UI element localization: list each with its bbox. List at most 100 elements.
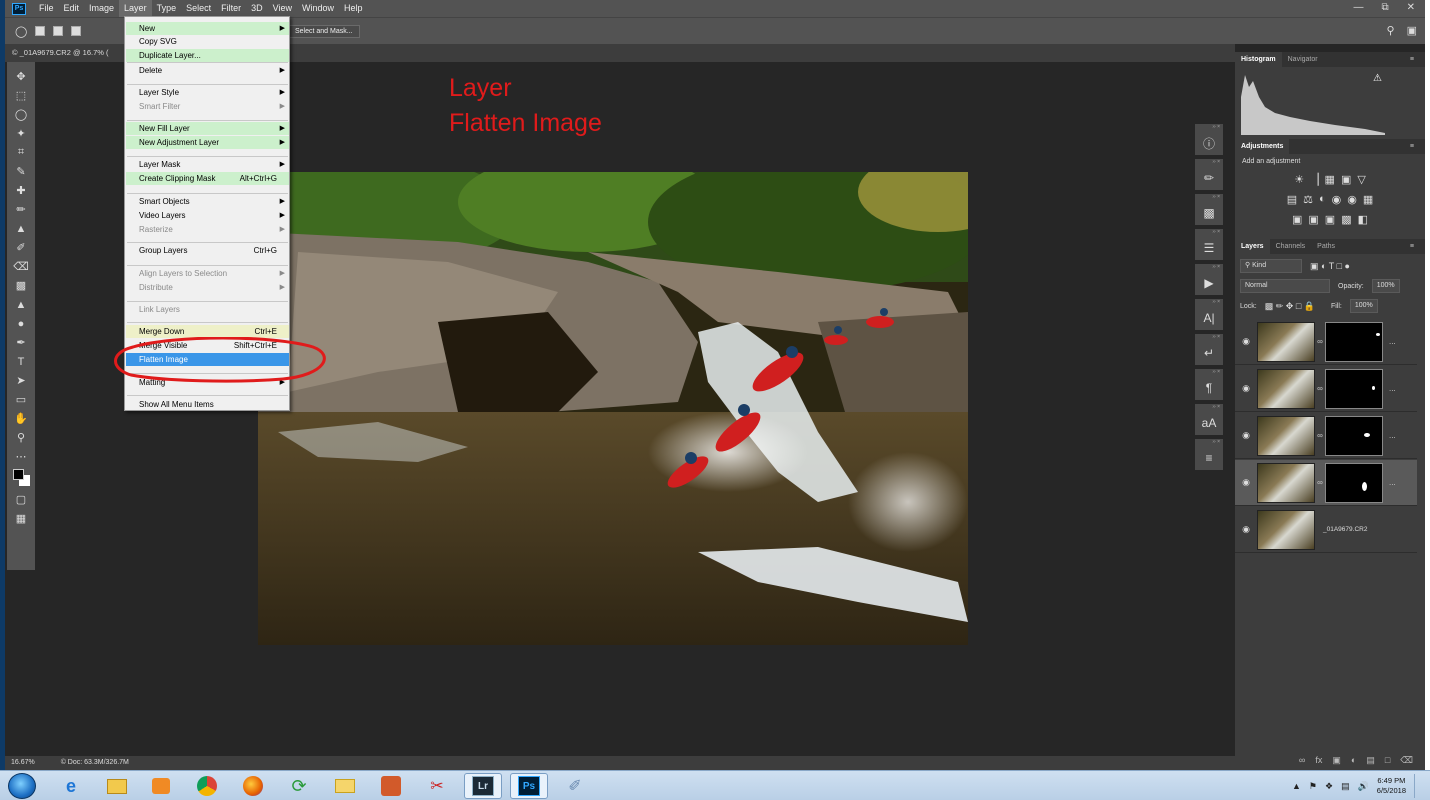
color-lookup-icon[interactable]: ▦: [1363, 193, 1373, 206]
photo-filter-icon[interactable]: ◉: [1332, 193, 1342, 206]
layer-name[interactable]: ...: [1389, 478, 1396, 487]
search-icon[interactable]: ⚲: [1387, 24, 1395, 37]
menu-item[interactable]: Layer Style ▶: [126, 86, 289, 99]
adjustment-layer-icon[interactable]: ◐: [1351, 755, 1356, 765]
menu-window[interactable]: Window: [297, 0, 339, 17]
eraser-icon[interactable]: ⌫: [10, 257, 32, 276]
menu-filter[interactable]: Filter: [216, 0, 246, 17]
actions-play-icon[interactable]: ▶: [1195, 271, 1223, 295]
zoom-level[interactable]: 16.67%: [11, 759, 35, 766]
chain-link-icon[interactable]: ∞: [1315, 478, 1325, 487]
type-tool-icon[interactable]: T: [10, 352, 32, 371]
network-icon[interactable]: ▤: [1341, 781, 1350, 792]
foreground-color[interactable]: [13, 469, 24, 480]
paragraph-icon[interactable]: ¶: [1195, 376, 1223, 400]
levels-icon[interactable]: ▕: [1310, 173, 1318, 186]
menu-image[interactable]: Image: [84, 0, 119, 17]
marquee-tool-icon[interactable]: ⬚: [10, 86, 32, 105]
close-icon[interactable]: ✕: [1407, 0, 1415, 15]
snipping-tool-icon[interactable]: ✂: [418, 773, 456, 799]
curves-icon[interactable]: ▦: [1325, 173, 1335, 186]
restore-icon[interactable]: ⧉: [1381, 0, 1388, 15]
eye-icon[interactable]: ◉: [1235, 383, 1257, 394]
hue-saturation-icon[interactable]: ▤: [1287, 193, 1297, 206]
menu-item[interactable]: Show All Menu Items: [126, 398, 289, 411]
eye-icon[interactable]: ◉: [1235, 524, 1257, 535]
menu-item[interactable]: Align Layers to Selection ▶: [126, 267, 289, 280]
shape-tool-icon[interactable]: ▭: [10, 390, 32, 409]
blend-mode-select[interactable]: Normal: [1240, 279, 1330, 293]
menu-item[interactable]: Smart Objects ▶: [126, 195, 289, 208]
vibrance-icon[interactable]: ▽: [1357, 173, 1365, 186]
gradient-tool-icon[interactable]: ▩: [10, 276, 32, 295]
opacity-value[interactable]: 100%: [1371, 279, 1400, 293]
layer-mask-thumbnail[interactable]: [1325, 321, 1383, 362]
info-icon[interactable]: ⓘ: [1195, 131, 1223, 155]
clone-source-icon[interactable]: ▩: [1195, 201, 1223, 225]
layer-row[interactable]: ◉ ∞ ...: [1235, 366, 1417, 412]
menu-edit[interactable]: Edit: [59, 0, 85, 17]
menu-item[interactable]: Copy SVG: [126, 35, 289, 48]
menu-item[interactable]: New Fill Layer ▶: [126, 122, 289, 135]
tab-layers[interactable]: Layers: [1235, 239, 1270, 254]
eyedropper-icon[interactable]: ✎: [10, 162, 32, 181]
paragraph-styles-icon[interactable]: ≡: [1195, 446, 1223, 470]
eye-icon[interactable]: ◉: [1235, 477, 1257, 488]
photoshop-taskbar-icon[interactable]: Ps: [510, 773, 548, 799]
layer-mask-thumbnail[interactable]: [1325, 415, 1383, 456]
tab-navigator[interactable]: Navigator: [1282, 52, 1324, 67]
layer-name[interactable]: ...: [1389, 337, 1396, 346]
menu-item[interactable]: Smart Filter ▶: [126, 100, 289, 113]
zoom-tool-icon[interactable]: ⚲: [10, 428, 32, 447]
lightroom-icon[interactable]: Lr: [464, 773, 502, 799]
clock[interactable]: 6:49 PM 6/5/2018: [1377, 776, 1406, 796]
kind-filter[interactable]: ⚲ Kind: [1240, 259, 1302, 273]
quick-mask-icon[interactable]: ▢: [10, 490, 32, 509]
blur-tool-icon[interactable]: ▲: [10, 295, 32, 314]
lock-icons[interactable]: ▩ ✏ ✥ □ 🔒: [1265, 301, 1315, 312]
add-mask-icon[interactable]: ▣: [1332, 755, 1341, 766]
brush-tool-icon[interactable]: ✏: [10, 200, 32, 219]
hand-tool-icon[interactable]: ✋: [10, 409, 32, 428]
chrome-icon[interactable]: [188, 773, 226, 799]
layer-name[interactable]: ...: [1389, 384, 1396, 393]
menu-file[interactable]: File: [34, 0, 59, 17]
lasso-tool-icon[interactable]: ◯: [15, 25, 27, 38]
dodge-tool-icon[interactable]: ●: [10, 314, 32, 333]
media-player-icon[interactable]: [142, 773, 180, 799]
sync-icon[interactable]: ⟳: [280, 773, 318, 799]
tab-channels[interactable]: Channels: [1270, 239, 1312, 254]
lasso-tool-icon[interactable]: ◯: [10, 105, 32, 124]
paint-icon[interactable]: ✐: [556, 773, 594, 799]
flag-icon[interactable]: ⚑: [1309, 781, 1317, 792]
menu-select[interactable]: Select: [181, 0, 216, 17]
threshold-icon[interactable]: ▣: [1325, 213, 1335, 226]
character-styles-icon[interactable]: aA: [1195, 411, 1223, 435]
eye-icon[interactable]: ◉: [1235, 336, 1257, 347]
chain-link-icon[interactable]: ∞: [1315, 384, 1325, 393]
invert-icon[interactable]: ▣: [1292, 213, 1302, 226]
channel-mixer-icon[interactable]: ◉: [1347, 193, 1357, 206]
workspace-icon[interactable]: ▣: [1407, 24, 1417, 37]
menu-item[interactable]: Group Layers Ctrl+G: [126, 244, 289, 257]
menu-item[interactable]: Video Layers ▶: [126, 209, 289, 222]
gradient-map-icon[interactable]: ▩: [1341, 213, 1351, 226]
layer-row[interactable]: ◉ ∞ ...: [1235, 319, 1417, 365]
menu-item[interactable]: Merge Visible Shift+Ctrl+E: [126, 339, 289, 352]
eye-icon[interactable]: ◉: [1235, 430, 1257, 441]
new-layer-icon[interactable]: □: [1385, 755, 1390, 765]
layers-menu-icon[interactable]: ≡: [1404, 239, 1420, 254]
layer-row-selected[interactable]: ◉ ∞ ...: [1235, 460, 1417, 506]
history-brush-icon[interactable]: ✐: [10, 238, 32, 257]
chain-link-icon[interactable]: ∞: [1315, 431, 1325, 440]
menu-view[interactable]: View: [268, 0, 297, 17]
black-white-icon[interactable]: ◐: [1319, 193, 1326, 205]
crop-tool-icon[interactable]: ⌗: [10, 143, 32, 162]
tray-arrow-icon[interactable]: ▲: [1292, 781, 1301, 791]
stamp-tool-icon[interactable]: ▲: [10, 219, 32, 238]
tab-paths[interactable]: Paths: [1311, 239, 1341, 254]
posterize-icon[interactable]: ▣: [1308, 213, 1318, 226]
fill-value[interactable]: 100%: [1349, 299, 1378, 313]
menu-item[interactable]: Flatten Image: [126, 353, 289, 366]
firefox-icon[interactable]: [234, 773, 272, 799]
